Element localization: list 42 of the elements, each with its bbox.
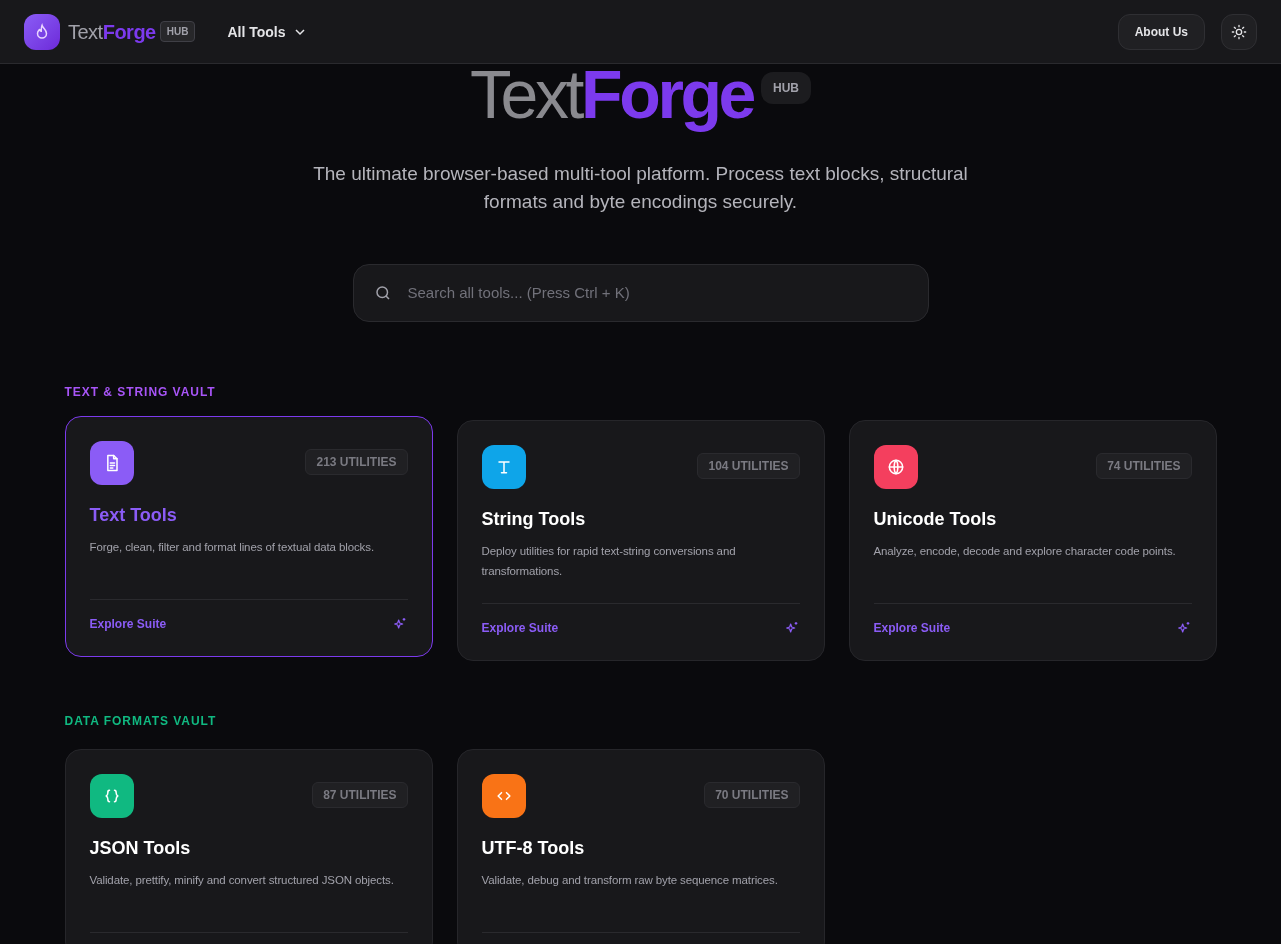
sparkle-icon	[783, 620, 800, 636]
explore-link[interactable]: Explore Suite	[89, 616, 167, 632]
all-tools-menu[interactable]: All Tools	[227, 21, 306, 42]
card-title: JSON Tools	[89, 837, 192, 860]
card-description: Validate, debug and transform raw byte sequence matrices.	[481, 873, 779, 888]
explore-link[interactable]: Explore Suite	[873, 620, 951, 636]
utilities-badge: 74 UTILITIES	[1096, 453, 1192, 479]
search-bar[interactable]: Search all tools... (Press Ctrl + K)	[352, 264, 929, 322]
tool-card[interactable]: 87 UTILITIES JSON Tools Validate, prettify, minify and convert structured JSON objects.	[64, 749, 433, 944]
card-description: Validate, prettify, minify and convert structured JSON objects.	[89, 873, 395, 888]
card-title: String Tools	[481, 508, 587, 531]
logo-icon[interactable]	[24, 13, 60, 50]
utilities-badge: 70 UTILITIES	[704, 782, 800, 808]
hub-badge: HUB	[159, 21, 196, 42]
tool-card[interactable]: 74 UTILITIES Unicode Tools Analyze, encode, decode and explore character code points. Explore Suite	[848, 420, 1217, 661]
card-title: Text Tools	[89, 504, 178, 527]
logo-text: Text	[68, 19, 103, 45]
search-icon	[373, 284, 392, 302]
hero-subtitle: The ultimate browser-based multi-tool platform. Process text blocks, structural formats and byte encodings securely.	[312, 162, 969, 214]
tool-card[interactable]: 104 UTILITIES String Tools Deploy utilities for rapid text-string conversions and transformations. Explore Suite	[456, 420, 825, 661]
hub-badge: HUB	[761, 72, 811, 104]
theme-toggle-button[interactable]	[1221, 13, 1257, 50]
search-field[interactable]: Search all tools... (Press Ctrl + K)	[407, 281, 908, 305]
tool-card[interactable]: 70 UTILITIES UTF-8 Tools Validate, debug and transform raw byte sequence matrices.	[456, 749, 825, 944]
logo-text: Forge	[102, 19, 156, 45]
section-heading: TEXT & STRING VAULT	[64, 384, 217, 400]
card-title: Unicode Tools	[873, 508, 998, 531]
card-description: Forge, clean, filter and format lines of textual data blocks.	[89, 540, 375, 555]
sparkle-icon	[1175, 620, 1192, 636]
section-heading: DATA FORMATS VAULT	[64, 713, 218, 729]
about-us-button[interactable]: About Us	[1117, 13, 1205, 50]
utilities-badge: 104 UTILITIES	[697, 453, 800, 479]
tool-card[interactable]: 213 UTILITIES Text Tools Forge, clean, filter and format lines of textual data blocks. Explore Suite	[64, 416, 433, 657]
card-description: Deploy utilities for rapid text-string conversions and transformations.	[481, 544, 737, 579]
utilities-badge: 87 UTILITIES	[312, 782, 408, 808]
sun-icon	[1231, 23, 1247, 40]
sparkle-icon	[391, 616, 408, 632]
card-description: Analyze, encode, decode and explore character code points.	[873, 544, 1177, 559]
utilities-badge: 213 UTILITIES	[305, 449, 408, 475]
card-title: UTF-8 Tools	[481, 837, 586, 860]
hero-title: Text	[470, 60, 582, 128]
explore-link[interactable]: Explore Suite	[481, 620, 559, 636]
